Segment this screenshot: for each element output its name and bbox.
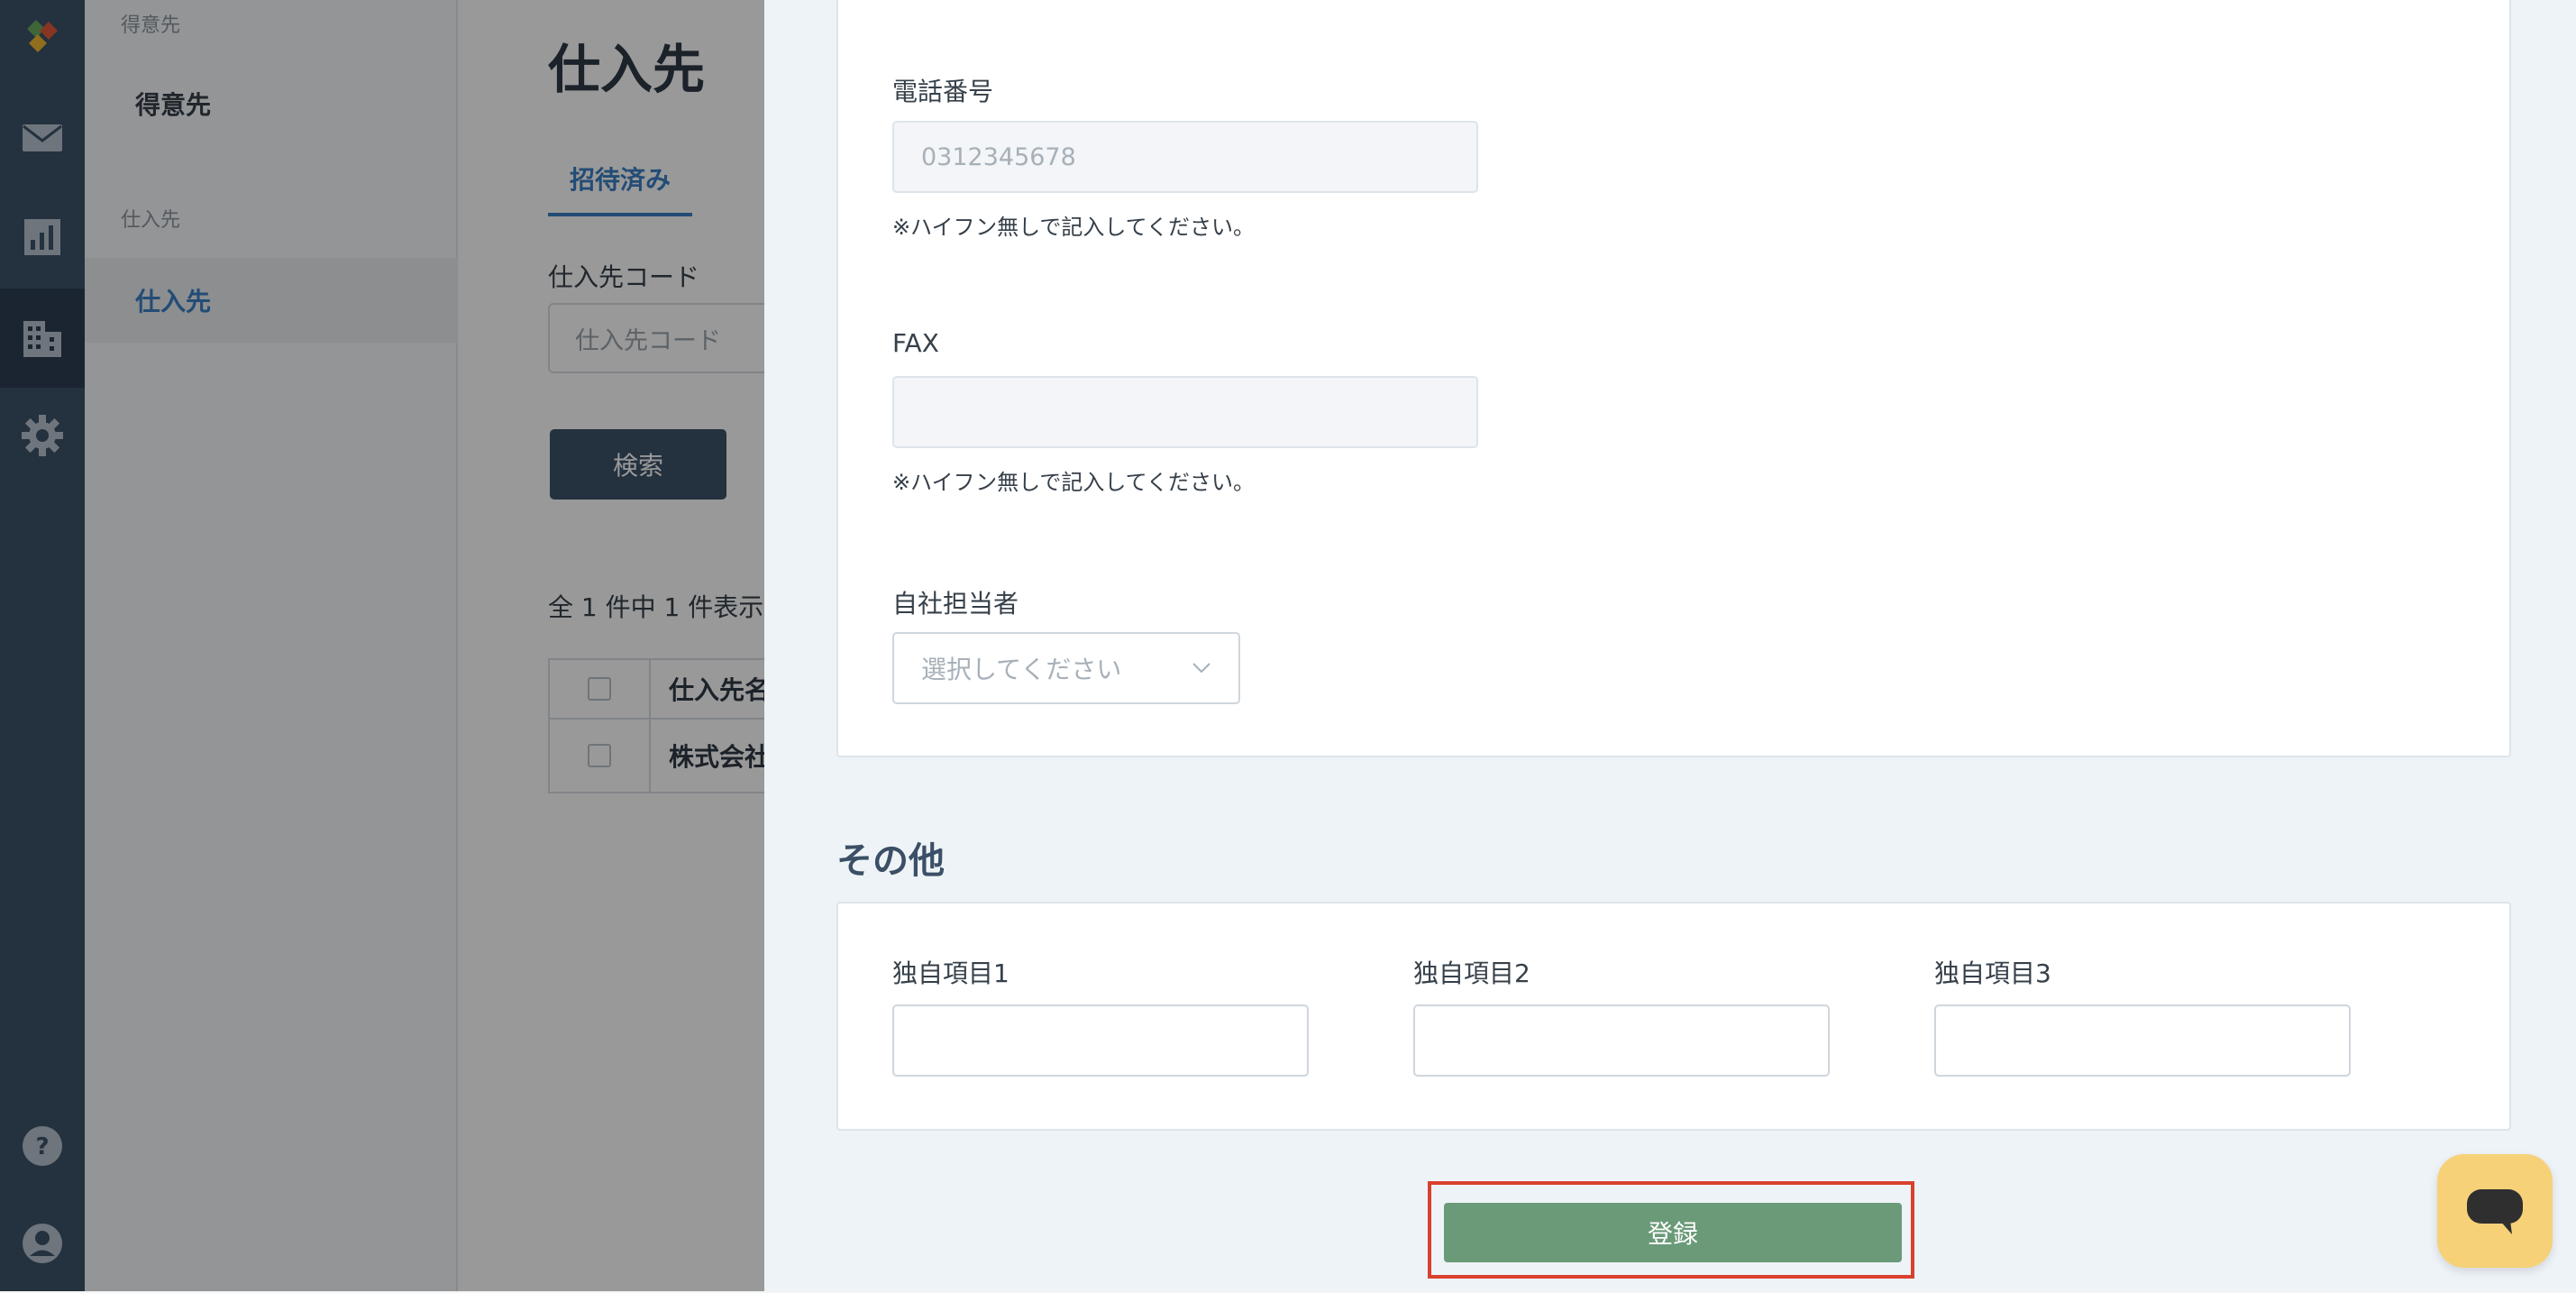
fax-note: ※ハイフン無しで記入してください。 (892, 470, 1255, 495)
chat-icon (2467, 1189, 2523, 1234)
phone-note: ※ハイフン無しで記入してください。 (892, 215, 1255, 240)
register-button[interactable]: 登録 (1444, 1203, 1902, 1262)
fax-input[interactable] (892, 376, 1478, 448)
other-card: 独自項目1 独自項目2 独自項目3 (836, 902, 2511, 1131)
supplier-form-drawer: 電話番号 0312345678 ※ハイフン無しで記入してください。 FAX ※ハ… (764, 0, 2576, 1291)
custom2-input[interactable] (1413, 1004, 1830, 1077)
register-highlight: 登録 (1428, 1181, 1914, 1279)
custom3-input[interactable] (1934, 1004, 2351, 1077)
custom1-label: 独自項目1 (892, 958, 1009, 988)
custom3-label: 独自項目3 (1934, 958, 2051, 988)
phone-input[interactable]: 0312345678 (892, 121, 1478, 193)
fax-label: FAX (892, 328, 939, 358)
phone-label: 電話番号 (892, 77, 994, 106)
chevron-down-icon (1192, 663, 1210, 674)
owner-label: 自社担当者 (892, 589, 1019, 619)
owner-select[interactable]: 選択してください (892, 632, 1240, 704)
custom2-label: 独自項目2 (1413, 958, 1530, 988)
owner-select-placeholder: 選択してください (921, 655, 1122, 684)
chat-launcher-button[interactable] (2437, 1154, 2553, 1268)
custom1-input[interactable] (892, 1004, 1309, 1077)
contact-card: 電話番号 0312345678 ※ハイフン無しで記入してください。 FAX ※ハ… (836, 0, 2511, 757)
section-title-other: その他 (836, 840, 945, 882)
